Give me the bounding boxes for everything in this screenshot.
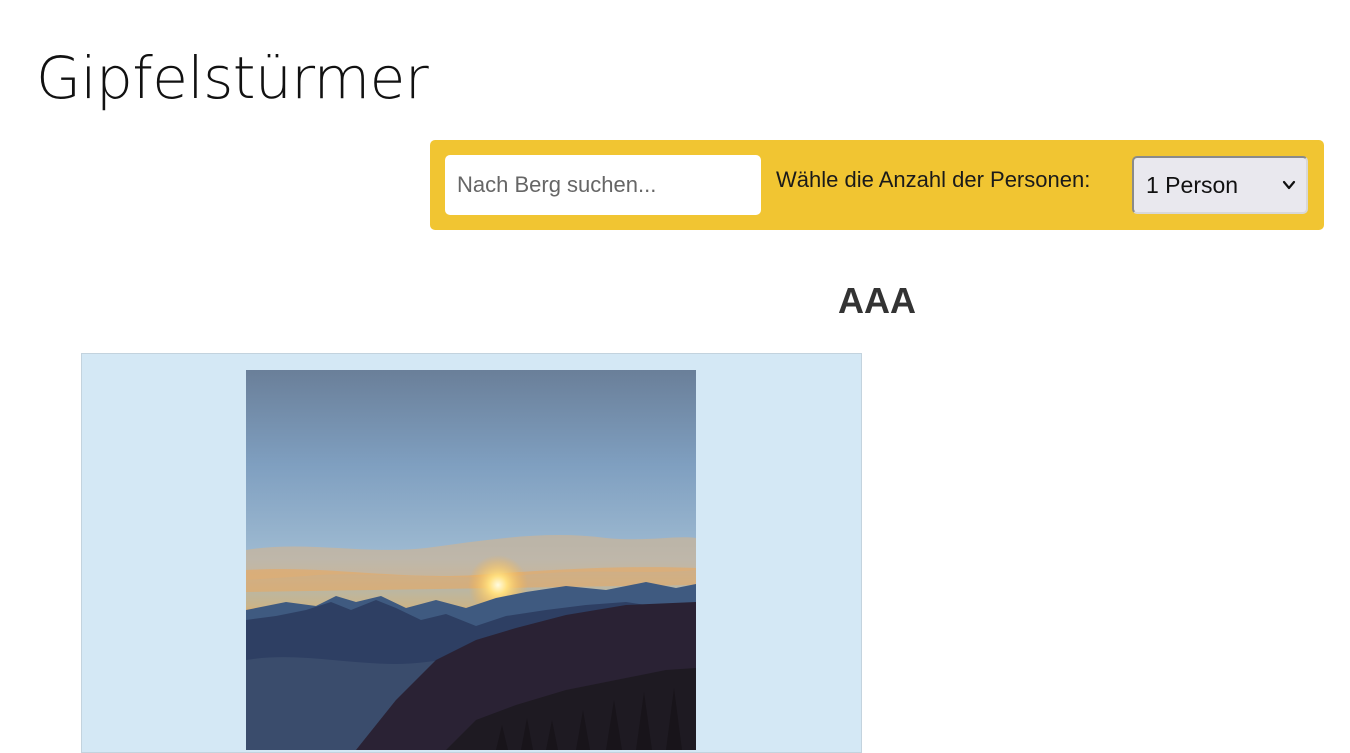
search-input[interactable]	[445, 155, 761, 215]
section-heading: AAA	[838, 280, 916, 321]
mountain-card[interactable]	[81, 353, 862, 753]
persons-label: Wähle die Anzahl der Personen:	[776, 167, 1091, 192]
mountain-sunset-image[interactable]	[246, 370, 696, 750]
filter-bar: Wähle die Anzahl der Personen: 1 Person	[430, 140, 1324, 230]
chevron-down-icon	[1282, 180, 1296, 190]
persons-select[interactable]: 1 Person	[1132, 156, 1308, 214]
page-title: Gipfelstürmer	[36, 44, 429, 112]
persons-select-value: 1 Person	[1146, 171, 1239, 198]
